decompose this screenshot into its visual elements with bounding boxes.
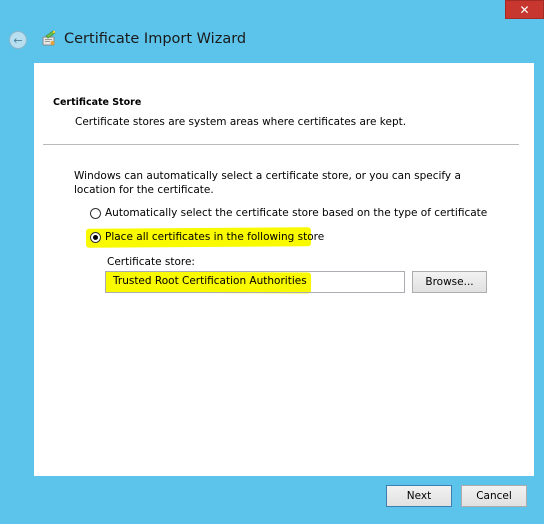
wizard-title: Certificate Import Wizard bbox=[64, 31, 247, 47]
wizard-header: ← Certificate Import Wizard bbox=[0, 20, 544, 62]
radio-button[interactable] bbox=[90, 207, 101, 219]
radio-label: Automatically select the certificate sto… bbox=[105, 207, 488, 219]
close-button[interactable]: ✕ bbox=[505, 0, 544, 19]
radio-label: Place all certificates in the following … bbox=[105, 231, 325, 243]
certificate-wizard-icon bbox=[40, 30, 58, 48]
store-field-label: Certificate store: bbox=[107, 256, 195, 268]
intro-text: Windows can automatically select a certi… bbox=[74, 170, 461, 196]
close-icon: ✕ bbox=[519, 2, 530, 17]
wizard-window: ✕ ← Certificate Import Wizard Certificat… bbox=[0, 0, 544, 524]
back-button[interactable]: ← bbox=[9, 31, 27, 49]
browse-button[interactable]: Browse... bbox=[412, 271, 487, 293]
next-button[interactable]: Next bbox=[386, 485, 452, 507]
page-title: Certificate Store bbox=[53, 97, 142, 108]
radio-auto-select[interactable]: Automatically select the certificate sto… bbox=[90, 205, 487, 221]
page-description: Certificate stores are system areas wher… bbox=[75, 116, 407, 128]
radio-place-in-store[interactable]: Place all certificates in the following … bbox=[90, 229, 324, 245]
wizard-content-panel: Certificate Store Certificate stores are… bbox=[34, 63, 534, 476]
certificate-store-value: Trusted Root Certification Authorities bbox=[113, 275, 307, 287]
radio-button-checked[interactable] bbox=[90, 231, 101, 243]
divider bbox=[43, 144, 519, 145]
cancel-button[interactable]: Cancel bbox=[461, 485, 527, 507]
wizard-footer: Next Cancel bbox=[0, 476, 544, 524]
back-arrow-icon: ← bbox=[13, 33, 23, 47]
